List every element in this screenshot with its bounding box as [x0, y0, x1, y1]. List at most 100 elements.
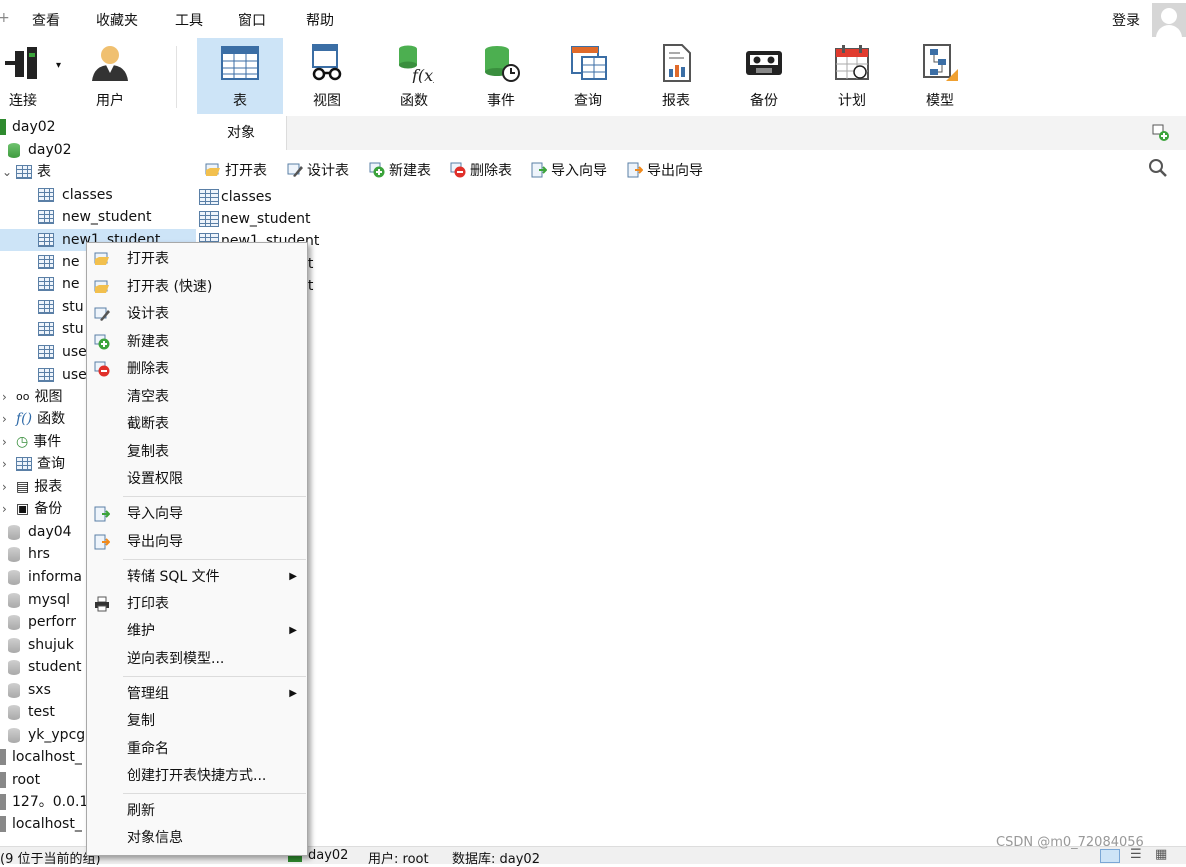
object-list-item[interactable]: new_student — [199, 208, 310, 230]
tree-label: ne — [62, 254, 80, 270]
object-list-item[interactable]: classes — [199, 186, 272, 208]
tree-database-item[interactable]: informa — [8, 566, 82, 588]
tree-database-item[interactable]: yk_ypcg — [8, 724, 85, 746]
chevron-right-icon[interactable]: › — [2, 453, 16, 475]
context-menu-print-table[interactable]: 打印表 — [87, 591, 307, 617]
tree-database-item[interactable]: perforr — [8, 611, 76, 633]
menu-view[interactable]: 查看 — [32, 10, 60, 30]
tree-label: perforr — [28, 614, 77, 630]
tree-table-item[interactable]: stu — [38, 318, 84, 340]
tree-backups-node[interactable]: › ▣ 备份 — [2, 498, 62, 520]
context-menu-new-table[interactable]: 新建表 — [87, 329, 307, 355]
tree-queries-node[interactable]: › 查询 — [2, 453, 65, 475]
tree-table-item[interactable]: stu — [38, 296, 84, 318]
context-menu-manage-group[interactable]: 管理组 ▶ — [87, 681, 307, 707]
toolbar-report-button[interactable]: 报表 — [633, 38, 719, 114]
tree-events-node[interactable]: › ◷ 事件 — [2, 431, 61, 453]
context-menu-duplicate-table[interactable]: 复制表 — [87, 439, 307, 465]
table-icon — [38, 210, 54, 224]
context-menu-rename[interactable]: 重命名 — [87, 736, 307, 762]
design-table-button[interactable]: 设计表 — [287, 160, 349, 180]
chevron-right-icon[interactable]: › — [2, 476, 16, 498]
context-menu-open-table[interactable]: 打开表 — [87, 246, 307, 272]
status-connection: day02 — [308, 848, 349, 863]
tree-label: 查询 — [37, 456, 65, 472]
toolbar-function-button[interactable]: f(x) 函数 — [371, 38, 457, 114]
tree-tables-node[interactable]: ⌄ 表 — [2, 161, 51, 183]
toolbar-view-button[interactable]: 视图 — [284, 38, 370, 114]
context-menu-import-wizard[interactable]: 导入向导 — [87, 501, 307, 527]
context-menu-object-info[interactable]: 对象信息 — [87, 825, 307, 851]
toolbar-model-button[interactable]: 模型 — [897, 38, 983, 114]
toolbar-query-button[interactable]: 查询 — [545, 38, 631, 114]
context-menu-design-table[interactable]: 设计表 — [87, 301, 307, 327]
toolbar-table-button[interactable]: 表 — [197, 38, 283, 114]
chevron-down-icon[interactable]: ⌄ — [2, 161, 16, 183]
new-table-icon — [369, 162, 385, 178]
menu-favorites[interactable]: 收藏夹 — [96, 10, 138, 30]
context-menu-copy[interactable]: 复制 — [87, 708, 307, 734]
tree-database-item[interactable]: sxs — [8, 679, 51, 701]
chevron-right-icon[interactable]: › — [2, 498, 16, 520]
menu-window[interactable]: 窗口 — [238, 10, 266, 30]
tree-database-day02[interactable]: day02 — [8, 139, 72, 161]
new-table-button[interactable]: 新建表 — [369, 160, 431, 180]
context-menu-export-wizard[interactable]: 导出向导 — [87, 529, 307, 555]
tree-database-item[interactable]: mysql — [8, 589, 70, 611]
tree-database-item[interactable]: shujuk — [8, 634, 74, 656]
tab-objects[interactable]: 对象 — [196, 116, 287, 150]
context-menu-refresh[interactable]: 刷新 — [87, 798, 307, 824]
toolbar-backup-button[interactable]: 备份 — [721, 38, 807, 114]
tree-connection-item[interactable]: 127。0.0.1 — [0, 791, 88, 813]
tree-database-item[interactable]: test — [8, 701, 55, 723]
tree-connection-day02[interactable]: day02 — [0, 116, 56, 138]
tree-database-item[interactable]: hrs — [8, 543, 50, 565]
chevron-down-icon[interactable]: ▾ — [56, 60, 61, 71]
open-table-button[interactable]: 打开表 — [205, 160, 267, 180]
tree-database-item[interactable]: student — [8, 656, 82, 678]
tree-table-item[interactable]: use — [38, 341, 87, 363]
context-menu-set-permissions[interactable]: 设置权限 — [87, 466, 307, 492]
tree-views-node[interactable]: › oo 视图 — [2, 386, 62, 408]
tree-functions-node[interactable]: › f() 函数 — [2, 408, 65, 430]
toolbar-schedule-button[interactable]: 计划 — [809, 38, 895, 114]
toolbar-user-button[interactable]: 用户 — [67, 38, 153, 114]
import-wizard-button[interactable]: 导入向导 — [531, 160, 607, 180]
login-link[interactable]: 登录 — [1112, 10, 1140, 30]
tree-connection-item[interactable]: root — [0, 769, 40, 791]
tree-table-item[interactable]: ne — [38, 251, 80, 273]
export-wizard-button[interactable]: 导出向导 — [627, 160, 703, 180]
avatar-icon[interactable] — [1152, 3, 1186, 37]
grid-view-icon[interactable] — [1100, 849, 1120, 863]
tree-database-item[interactable]: day04 — [8, 521, 72, 543]
chevron-right-icon[interactable]: › — [2, 408, 16, 430]
tree-table-item[interactable]: classes — [38, 184, 196, 206]
tree-table-item[interactable]: new_student — [38, 206, 196, 228]
menu-tools[interactable]: 工具 — [175, 10, 203, 30]
context-menu-dump-sql[interactable]: 转储 SQL 文件 ▶ — [87, 564, 307, 590]
tree-connection-item[interactable]: localhost_ — [0, 746, 82, 768]
chevron-right-icon[interactable]: › — [2, 431, 16, 453]
context-menu-empty-table[interactable]: 清空表 — [87, 384, 307, 410]
context-menu-truncate-table[interactable]: 截断表 — [87, 411, 307, 437]
context-menu-delete-table[interactable]: 删除表 — [87, 356, 307, 382]
toolbar-event-button[interactable]: 事件 — [458, 38, 544, 114]
menu-item-label: 打开表 (快速) — [127, 279, 213, 295]
context-menu-reverse-to-model[interactable]: 逆向表到模型... — [87, 646, 307, 672]
menu-item-label: 新建表 — [127, 334, 169, 350]
menu-bar: + 查看 收藏夹 工具 窗口 帮助 登录 — [0, 0, 1186, 38]
delete-table-button[interactable]: 删除表 — [450, 160, 512, 180]
tree-reports-node[interactable]: › ▤ 报表 — [2, 476, 62, 498]
detail-view-icon[interactable]: ▦ — [1155, 847, 1167, 862]
chevron-right-icon[interactable]: › — [2, 386, 16, 408]
context-menu-maintain[interactable]: 维护 ▶ — [87, 618, 307, 644]
tree-table-item[interactable]: use — [38, 364, 87, 386]
toolbar-connection-button[interactable]: 连接 ▾ — [0, 38, 66, 114]
tree-connection-item[interactable]: localhost_ — [0, 813, 82, 835]
context-menu-create-shortcut[interactable]: 创建打开表快捷方式... — [87, 763, 307, 789]
search-icon[interactable] — [1148, 158, 1168, 178]
tree-table-item[interactable]: ne — [38, 273, 80, 295]
new-tab-icon[interactable] — [1152, 124, 1170, 142]
menu-help[interactable]: 帮助 — [306, 10, 334, 30]
context-menu-open-table-fast[interactable]: 打开表 (快速) — [87, 274, 307, 300]
